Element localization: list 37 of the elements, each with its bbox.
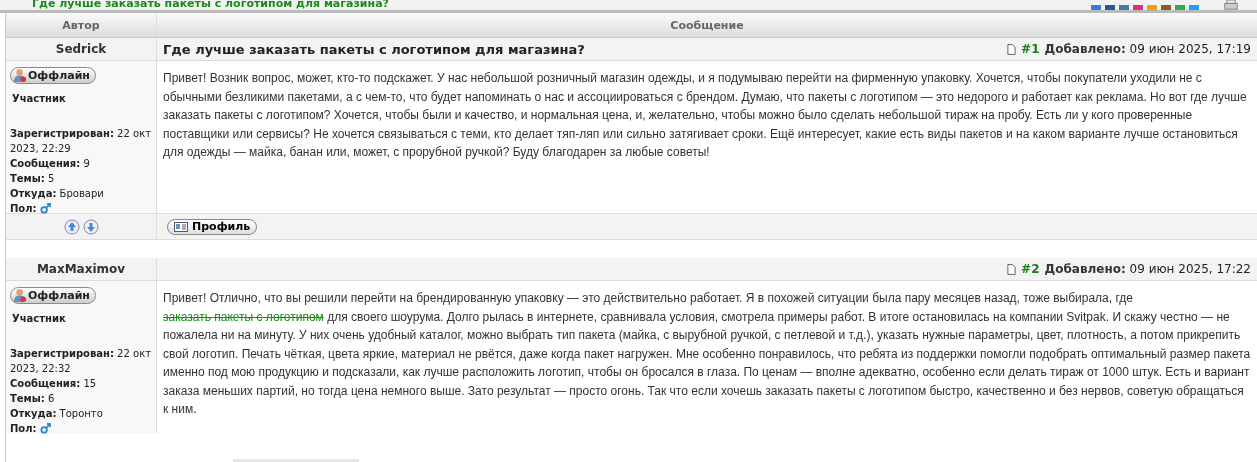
male-icon — [39, 423, 51, 434]
gender-label: Пол: — [10, 202, 37, 216]
arrow-up-icon[interactable] — [63, 218, 80, 235]
profile-field: Темы: 5 — [10, 171, 152, 186]
profile-field: Сообщения: 15 — [10, 376, 152, 391]
male-icon — [39, 203, 51, 214]
post-subject[interactable]: Где лучше заказать пакеты с логотипом для магазина? — [163, 41, 585, 57]
profile-field: Откуда: Бровари — [10, 186, 152, 201]
post-text: Привет! Возник вопрос, может, кто-то подскажет. У нас небольшой розничный магазин одежды, и я подумываю перейти на фирменную упаковку. Хочется, чтобы покупатели уходили не с обычными безликими пакетами, а с чем-то, что будет напоминать о нас и ассоциироваться с брендом. Думаю, что пакеты с логотипом — это недорого и работает как реклама. Но вот где лучше заказать пакеты с логотипом? Хочется, чтобы были и качество, и нормальная цена, и, желательно, чтобы можно было сделать небольшой тираж на пробу. Есть ли у кого проверенные поставщики или сервисы? Не хочется связываться с теми, кто делает тяп-ляп или сильно затягивает сроки. Ещё интересует, какие есть виды пакетов и на каком варианте лучше остановиться для одежды — майка, банан или, может, с прорубной ручкой? Буду благодарен за любые советы! — [163, 70, 1248, 161]
profile-field: Зарегистрирован: 22 окт 2023, 22:32 — [10, 346, 152, 376]
document-icon[interactable] — [1007, 263, 1017, 275]
author-name[interactable]: MaxMaximov — [36, 262, 126, 276]
printer-icon[interactable] — [1223, 0, 1239, 10]
profile-button[interactable]: Профиль — [167, 218, 258, 235]
post-date: Добавлено: 09 июн 2025, 17:22 — [1044, 262, 1251, 276]
post-text: Привет! Отлично, что вы решили перейти на брендированную упаковку — это действительно работает. Я в похожей ситуации была пару месяцев назад, тоже выбирала, где заказать пакеты с логотипом для своего шоурума. Долго рылась в интернете, сравнивала условия, смотрела примеры работ. В итоге остановилась на компании Svitpak. И скажу честно — не пожалела ни на минуту. У них очень удобный каталог, можно выбрать тип пакета (майка, с вырубной ручкой, с петлевой и т.д.), указать нужные параметры, цвет, плотность, а потом прикрепить свой логотип. Печать чёткая, цвета яркие, материал не рвётся, даже когда пакет нагружен. Мне особенно понравилось, что ребята из поддержки помогли подобрать оптимальный размер пакета именно под мою продукцию и подсказали, как лучше расположить логотип, чтобы он бросался в глаза. По ценам — вполне адекватно, особенно если делать тираж от 1000 штук. Есть и вариант заказа меньших партий, но тогда цена немного выше. Зато результат — просто огонь. Так что если хочешь заказать пакеты с логотипом быстро, качественно и без нервов, советую обращаться к ним. — [163, 290, 1251, 418]
column-header: Автор — [6, 13, 157, 37]
user-rank: Участник — [12, 93, 67, 104]
post-date: Добавлено: 09 июн 2025, 17:19 — [1044, 42, 1251, 56]
column-header: Сообщение — [669, 17, 745, 34]
post-number[interactable]: #1 — [1021, 42, 1040, 56]
profile-field: Темы: 6 — [10, 391, 152, 406]
author-name[interactable]: Sedrick — [55, 42, 107, 56]
profile-field: Зарегистрирован: 22 окт 2023, 22:29 — [10, 126, 152, 156]
arrow-down-icon[interactable] — [82, 218, 99, 235]
user-rank: Участник — [12, 313, 67, 324]
user-icon — [14, 68, 27, 83]
status-badge: Оффлайн — [10, 287, 96, 304]
document-icon[interactable] — [1007, 43, 1017, 55]
user-icon — [14, 288, 27, 303]
status-badge: Оффлайн — [10, 67, 96, 84]
profile-field: Сообщения: 9 — [10, 156, 152, 171]
gender-label: Пол: — [10, 422, 37, 436]
post-number[interactable]: #2 — [1021, 262, 1040, 276]
post-link[interactable]: заказать пакеты с логотипом — [163, 309, 324, 324]
profile-field: Откуда: Торонто — [10, 406, 152, 421]
id-card-icon — [174, 221, 188, 232]
